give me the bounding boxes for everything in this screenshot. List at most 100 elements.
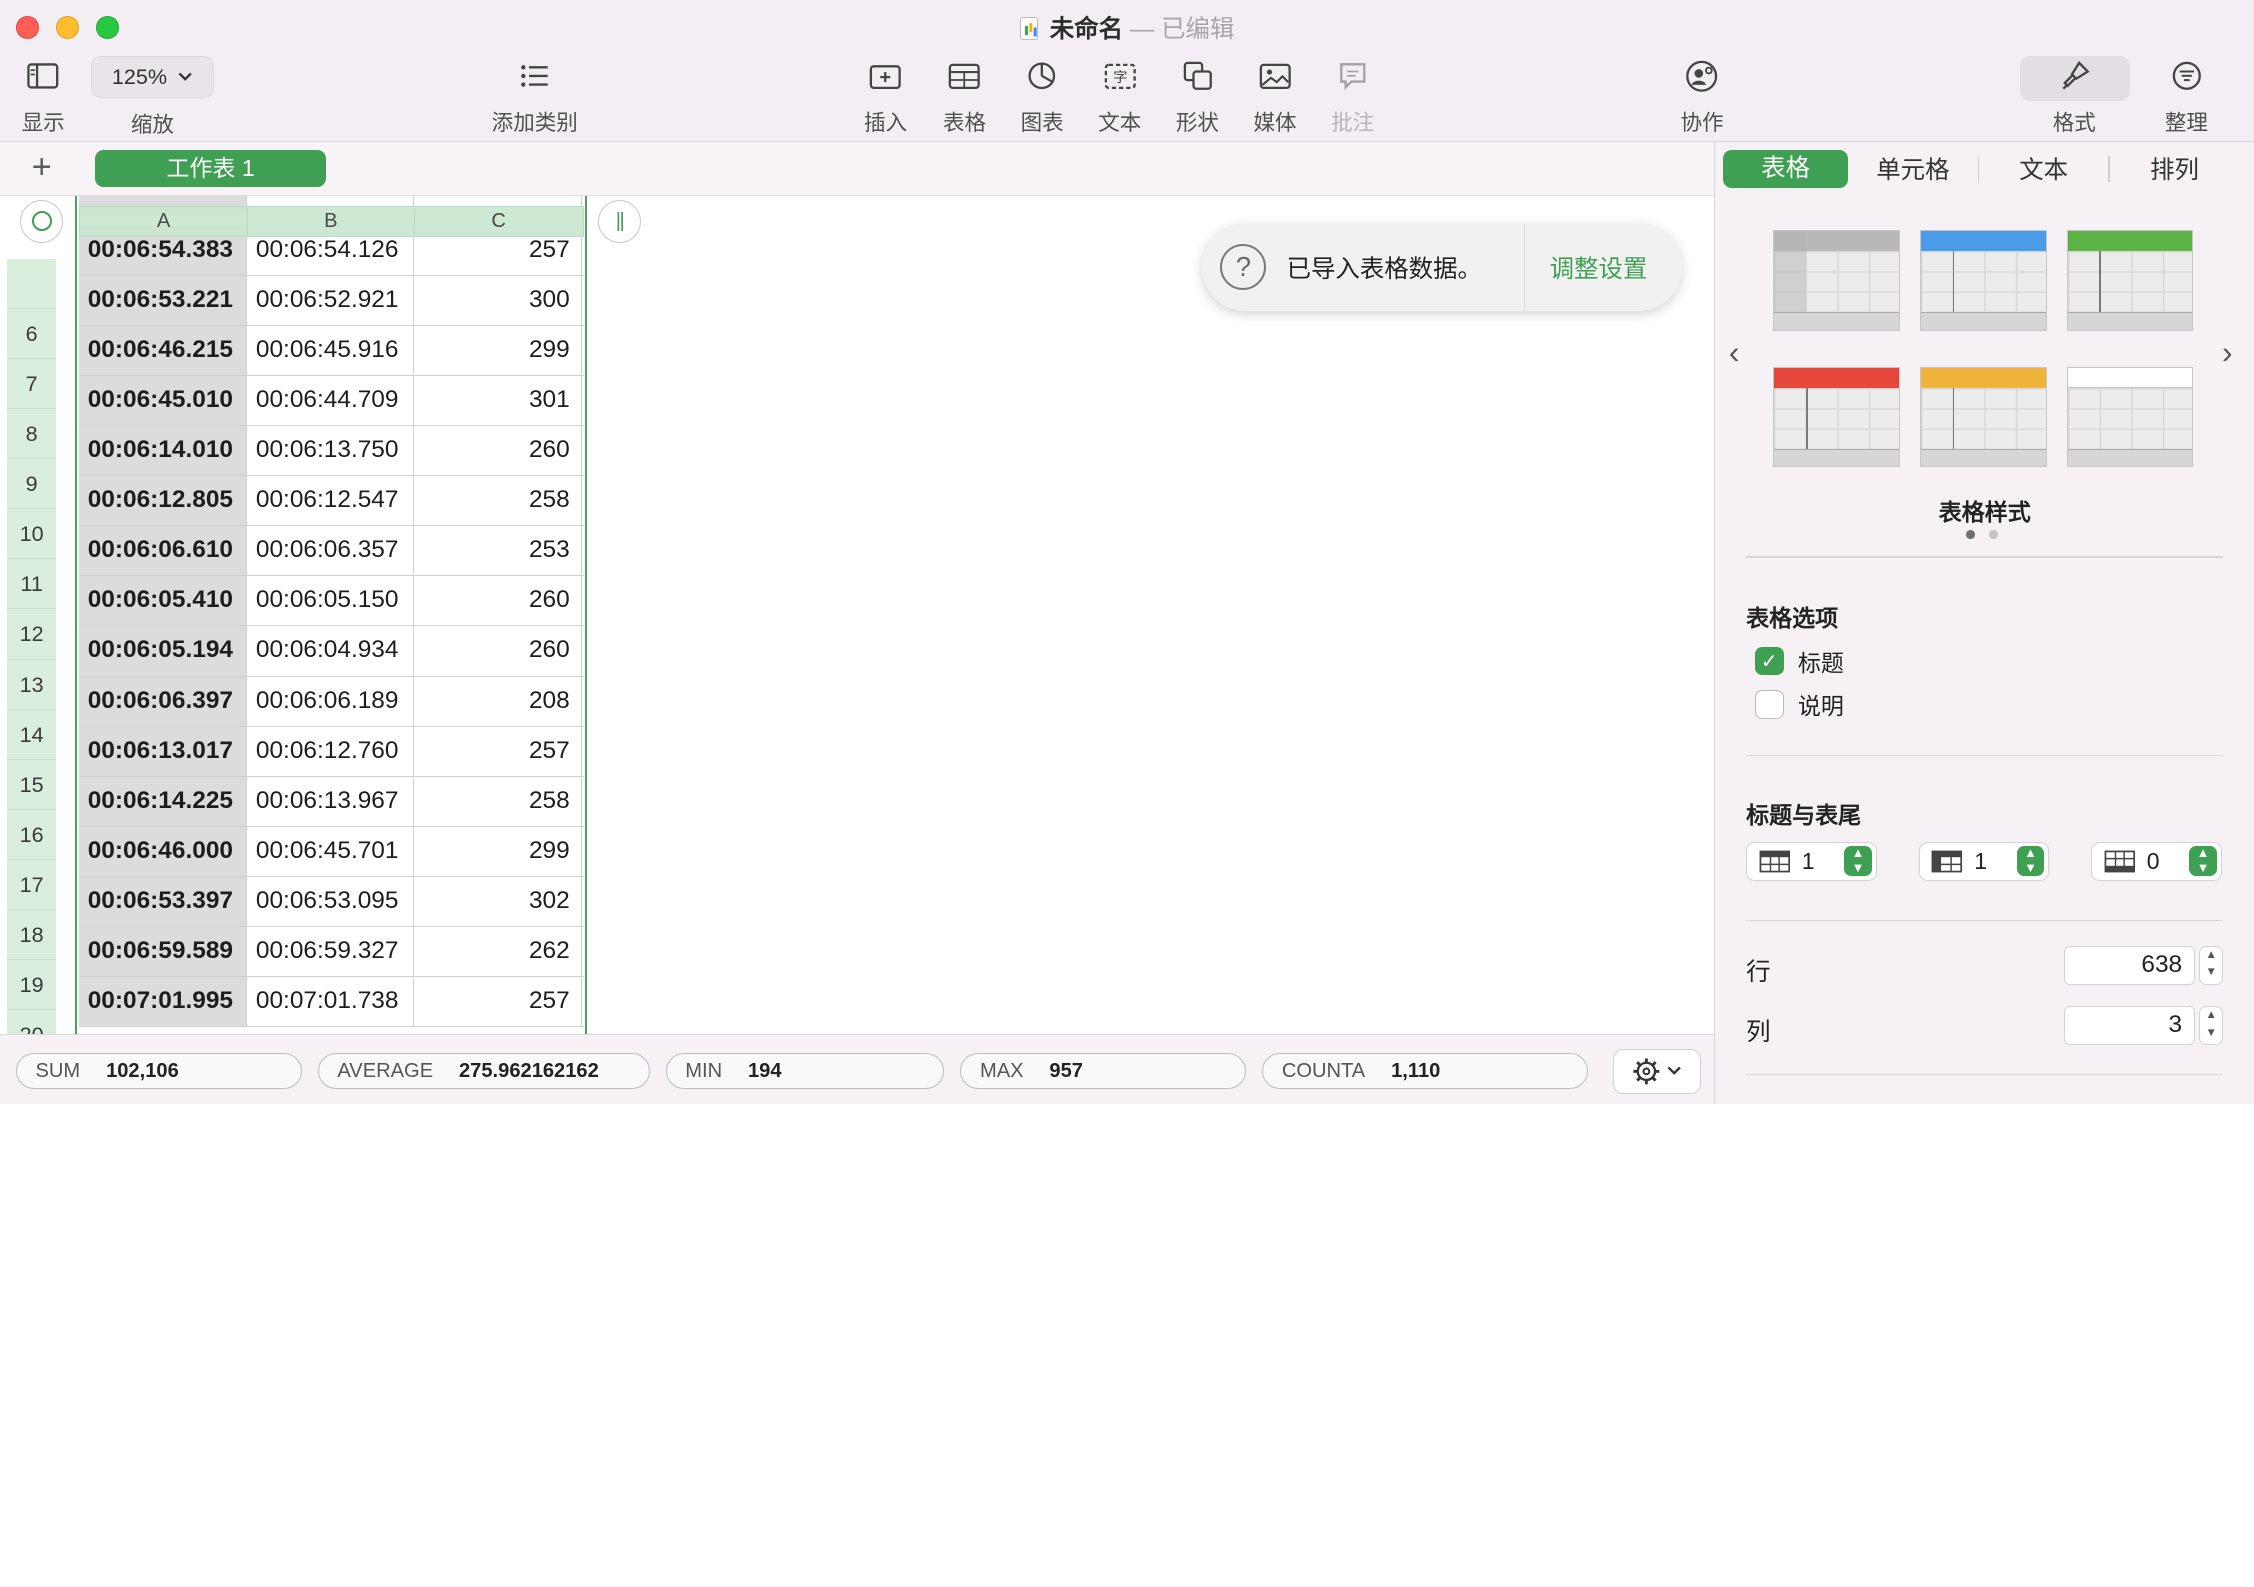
row-header[interactable] bbox=[7, 259, 56, 309]
header-columns-stepper[interactable]: 1 ▲▼ bbox=[1919, 842, 2050, 881]
table-cell-c[interactable]: 260 bbox=[414, 426, 582, 475]
columns-stepper-icon[interactable]: ▲▼ bbox=[2199, 1006, 2223, 1045]
table-cell-a[interactable]: 00:06:45.010 bbox=[79, 376, 247, 425]
page-dot-1[interactable] bbox=[1966, 530, 1975, 539]
table-row[interactable]: 00:06:46.00000:06:45.701299 bbox=[79, 827, 584, 877]
tab-arrange[interactable]: 排列 bbox=[2110, 151, 2239, 186]
max-stat[interactable]: MAX 957 bbox=[960, 1053, 1246, 1089]
row-header[interactable]: 20 bbox=[7, 1010, 56, 1033]
comment-button[interactable]: 批注 bbox=[1325, 55, 1380, 138]
table-row[interactable]: 00:06:05.19400:06:04.934260 bbox=[79, 626, 584, 676]
table-cell-a[interactable]: 00:06:05.410 bbox=[79, 576, 247, 625]
table-cell-a[interactable]: 00:06:13.017 bbox=[79, 727, 247, 776]
table-style-thumbnail[interactable] bbox=[1920, 367, 2047, 468]
tab-table[interactable]: 表格 bbox=[1723, 150, 1848, 189]
table-cell-b[interactable]: 00:06:05.150 bbox=[247, 576, 414, 625]
table-style-thumbnail[interactable] bbox=[1920, 230, 2047, 331]
row-header[interactable]: 17 bbox=[7, 860, 56, 910]
table-cell-a[interactable]: 00:06:05.194 bbox=[79, 626, 247, 675]
table-cell-b[interactable]: 00:06:44.709 bbox=[247, 376, 414, 425]
table-cell-b[interactable]: 00:06:52.921 bbox=[247, 276, 414, 325]
table-cell-b[interactable]: 00:06:06.189 bbox=[247, 677, 414, 726]
table-cell-a[interactable]: 00:06:06.397 bbox=[79, 677, 247, 726]
table-cell-c[interactable]: 301 bbox=[414, 376, 582, 425]
table-cell-b[interactable]: 00:07:01.738 bbox=[247, 977, 414, 1026]
view-button[interactable]: 显示 bbox=[17, 55, 69, 138]
table-button[interactable]: 表格 bbox=[937, 55, 992, 138]
table-cell-a[interactable]: 00:06:14.010 bbox=[79, 426, 247, 475]
media-button[interactable]: 媒体 bbox=[1248, 55, 1303, 138]
table-style-thumbnail[interactable] bbox=[1773, 230, 1900, 331]
add-column-handle[interactable]: || bbox=[598, 200, 641, 243]
table-cell-c[interactable]: 258 bbox=[414, 777, 582, 826]
row-header[interactable]: 9 bbox=[7, 459, 56, 509]
table-cell-c[interactable]: 299 bbox=[414, 827, 582, 876]
chevron-right-icon[interactable]: › bbox=[2222, 334, 2233, 371]
counta-stat[interactable]: COUNTA 1,110 bbox=[1262, 1053, 1588, 1089]
row-header[interactable]: 13 bbox=[7, 660, 56, 710]
shape-button[interactable]: 形状 bbox=[1170, 55, 1225, 138]
row-header[interactable]: 15 bbox=[7, 760, 56, 810]
title-checkbox[interactable]: ✓ 标题 bbox=[1755, 644, 1844, 678]
table-cell-b[interactable]: 00:06:04.934 bbox=[247, 626, 414, 675]
table-cell-a[interactable]: 00:06:53.221 bbox=[79, 276, 247, 325]
format-button[interactable]: 格式 bbox=[2047, 55, 2102, 138]
column-header-a[interactable]: A bbox=[80, 207, 248, 237]
table-cell-b[interactable]: 00:06:45.701 bbox=[247, 827, 414, 876]
columns-input[interactable]: 3 bbox=[2064, 1006, 2195, 1045]
chevron-left-icon[interactable]: ‹ bbox=[1729, 334, 1740, 371]
table-cell-c[interactable]: 257 bbox=[414, 977, 582, 1026]
adjust-settings-button[interactable]: 调整设置 bbox=[1550, 250, 1648, 285]
table-cell-a[interactable]: 00:06:06.610 bbox=[79, 526, 247, 575]
table-row[interactable]: 00:06:06.61000:06:06.357253 bbox=[79, 526, 584, 576]
table-cell-b[interactable]: 00:06:45.916 bbox=[247, 326, 414, 375]
row-header[interactable]: 19 bbox=[7, 960, 56, 1010]
sheet-tab-1[interactable]: 工作表 1 bbox=[95, 150, 326, 187]
table-select-handle[interactable] bbox=[20, 200, 63, 243]
table-cell-a[interactable]: 00:06:59.589 bbox=[79, 927, 247, 976]
stats-settings-button[interactable] bbox=[1613, 1049, 1701, 1094]
sheet-canvas[interactable]: 00:06:59.800 00:06:59.569 211 00:06:54.3… bbox=[0, 196, 1714, 1034]
table-row[interactable]: 00:06:53.22100:06:52.921300 bbox=[79, 276, 584, 326]
row-header[interactable]: 11 bbox=[7, 559, 56, 609]
table-cell-c[interactable]: 300 bbox=[414, 276, 582, 325]
row-header[interactable]: 12 bbox=[7, 609, 56, 659]
text-button[interactable]: 字 文本 bbox=[1093, 55, 1148, 138]
table-cell-c[interactable]: 258 bbox=[414, 476, 582, 525]
row-header[interactable]: 18 bbox=[7, 910, 56, 960]
column-header-c[interactable]: C bbox=[415, 207, 583, 237]
table-cell-a[interactable]: 00:06:46.000 bbox=[79, 827, 247, 876]
table-row[interactable]: 00:06:13.01700:06:12.760257 bbox=[79, 727, 584, 777]
caption-checkbox[interactable]: 说明 bbox=[1755, 687, 1844, 721]
table-cell-c[interactable]: 262 bbox=[414, 927, 582, 976]
min-stat[interactable]: MIN 194 bbox=[666, 1053, 945, 1089]
add-sheet-button[interactable]: + bbox=[32, 150, 52, 185]
table-cell-b[interactable]: 00:06:06.357 bbox=[247, 526, 414, 575]
table-cell-b[interactable]: 00:06:13.750 bbox=[247, 426, 414, 475]
row-header[interactable]: 7 bbox=[7, 359, 56, 409]
table-row[interactable]: 00:06:59.58900:06:59.327262 bbox=[79, 927, 584, 977]
stepper-arrows-icon[interactable]: ▲▼ bbox=[2017, 846, 2044, 876]
row-header[interactable]: 6 bbox=[7, 309, 56, 359]
table-cell-c[interactable]: 260 bbox=[414, 576, 582, 625]
table-cell-c[interactable]: 257 bbox=[414, 727, 582, 776]
rows-input[interactable]: 638 bbox=[2064, 946, 2195, 985]
table-cell-b[interactable]: 00:06:13.967 bbox=[247, 777, 414, 826]
table-cell-b[interactable]: 00:06:53.095 bbox=[247, 877, 414, 926]
page-dot-2[interactable] bbox=[1989, 530, 1998, 539]
sum-stat[interactable]: SUM 102,106 bbox=[16, 1053, 302, 1089]
insert-button[interactable]: 插入 bbox=[858, 55, 913, 138]
table-row[interactable]: 00:07:01.99500:07:01.738257 bbox=[79, 977, 584, 1027]
table-style-thumbnail[interactable] bbox=[2067, 230, 2194, 331]
row-header[interactable]: 10 bbox=[7, 509, 56, 559]
table-row[interactable]: 00:06:45.01000:06:44.709301 bbox=[79, 376, 584, 426]
footer-rows-stepper[interactable]: 0 ▲▼ bbox=[2091, 842, 2222, 881]
tab-text[interactable]: 文本 bbox=[1979, 151, 2108, 186]
organize-button[interactable]: 整理 bbox=[2159, 55, 2214, 138]
add-category-button[interactable]: 添加类别 bbox=[483, 55, 587, 138]
table-row[interactable]: 00:06:05.41000:06:05.150260 bbox=[79, 576, 584, 626]
average-stat[interactable]: AVERAGE 275.962162162 bbox=[318, 1053, 650, 1089]
tab-cell[interactable]: 单元格 bbox=[1848, 151, 1977, 186]
table-cell-b[interactable]: 00:06:12.547 bbox=[247, 476, 414, 525]
table-style-thumbnail[interactable] bbox=[2067, 367, 2194, 468]
